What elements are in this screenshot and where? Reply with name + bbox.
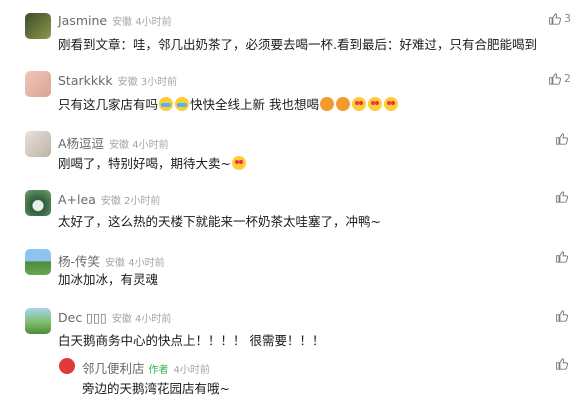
author-avatar[interactable] <box>59 358 75 374</box>
avatar[interactable] <box>25 249 51 275</box>
thumbs-up-icon <box>556 133 568 145</box>
comment-text: 只有这几家店有吗 快快全线上新 我也想喝 <box>58 94 399 113</box>
comment-meta: 安徽 4小时前 <box>105 258 165 269</box>
thumbs-up-icon <box>549 13 561 25</box>
comment-text: 加冰加冰，有灵魂 <box>58 272 159 287</box>
like-button[interactable]: 3 <box>548 12 571 25</box>
heart-eyes-emoji <box>231 156 246 170</box>
comment-item: A+lea 安徽 2小时前 太好了，这么热的天楼下就能来一杯奶茶太哇塞了，冲鸭~ <box>0 178 580 238</box>
comment-text: 刚看到文章：哇，邻几出奶茶了，必须要去喝一杯.看到最后：好难过，只有合肥能喝到 <box>58 37 537 52</box>
crying-emoji <box>159 97 174 111</box>
comment-meta: 安徽 3小时前 <box>117 77 178 88</box>
username[interactable]: Starkkkk <box>58 73 113 88</box>
heart-eyes-emoji <box>368 97 382 111</box>
sad-emoji <box>320 97 334 111</box>
reply-username[interactable]: 邻几便利店 <box>82 361 145 376</box>
thumbs-up-icon <box>556 251 568 263</box>
thumbs-up-icon <box>549 73 561 85</box>
comment-meta: 安徽 4小时前 <box>109 140 169 151</box>
heart-eyes-emoji <box>352 97 366 111</box>
thumbs-up-icon <box>556 310 568 322</box>
like-button[interactable] <box>555 309 571 322</box>
comment-meta: 安徽 2小时前 <box>100 196 161 207</box>
avatar[interactable] <box>25 308 51 334</box>
comment-item: Dec ▯▯▯ 安徽 4小时前 白天鹅商务中心的快点上！！！！ 很需要！！！ 邻几… <box>0 298 580 404</box>
avatar[interactable] <box>25 13 51 39</box>
reply-meta: 4小时前 <box>173 365 210 376</box>
comment-text: 刚喝了，特别好喝，期待大卖~ <box>58 153 247 172</box>
crying-emoji <box>175 97 190 111</box>
avatar[interactable] <box>25 190 51 216</box>
comment-meta: 安徽 4小时前 <box>112 17 172 28</box>
username[interactable]: Dec ▯▯▯ <box>58 310 107 325</box>
comment-item: Starkkkk 安徽 3小时前 只有这几家店有吗 快快全线上新 我也想喝 2 <box>0 60 580 120</box>
sad-emoji <box>336 97 350 111</box>
comment-text: 太好了，这么热的天楼下就能来一杯奶茶太哇塞了，冲鸭~ <box>58 214 381 229</box>
thumbs-up-icon <box>556 191 568 203</box>
like-button[interactable]: 2 <box>548 72 571 85</box>
reply-text: 旁边的天鹅湾花园店有哦~ <box>82 381 230 396</box>
like-button[interactable] <box>555 132 571 145</box>
comment-item: A杨逗逗 安徽 4小时前 刚喝了，特别好喝，期待大卖~ <box>0 120 580 178</box>
like-count: 2 <box>564 72 571 85</box>
like-button[interactable] <box>555 357 571 370</box>
heart-eyes-emoji <box>384 97 398 111</box>
comment-meta: 安徽 4小时前 <box>111 314 172 325</box>
username[interactable]: 杨-传笑 <box>58 254 100 269</box>
author-badge: 作者 <box>148 365 169 376</box>
avatar[interactable] <box>25 71 51 97</box>
comment-item: 杨-传笑 安徽 4小时前 加冰加冰，有灵魂 <box>0 238 580 298</box>
like-button[interactable] <box>555 190 571 203</box>
username[interactable]: A杨逗逗 <box>58 136 104 151</box>
reply-item: 邻几便利店 作者 4小时前 旁边的天鹅湾花园店有哦~ <box>0 356 580 404</box>
like-button[interactable] <box>555 250 571 263</box>
comment-item: Jasmine 安徽 4小时前 刚看到文章：哇，邻几出奶茶了，必须要去喝一杯.看到… <box>0 0 580 60</box>
username[interactable]: Jasmine <box>58 13 107 28</box>
username[interactable]: A+lea <box>58 192 96 207</box>
comment-text: 白天鹅商务中心的快点上！！！！ 很需要！！！ <box>58 333 325 348</box>
avatar[interactable] <box>25 131 51 157</box>
like-count: 3 <box>564 12 571 25</box>
thumbs-up-icon <box>556 358 568 370</box>
